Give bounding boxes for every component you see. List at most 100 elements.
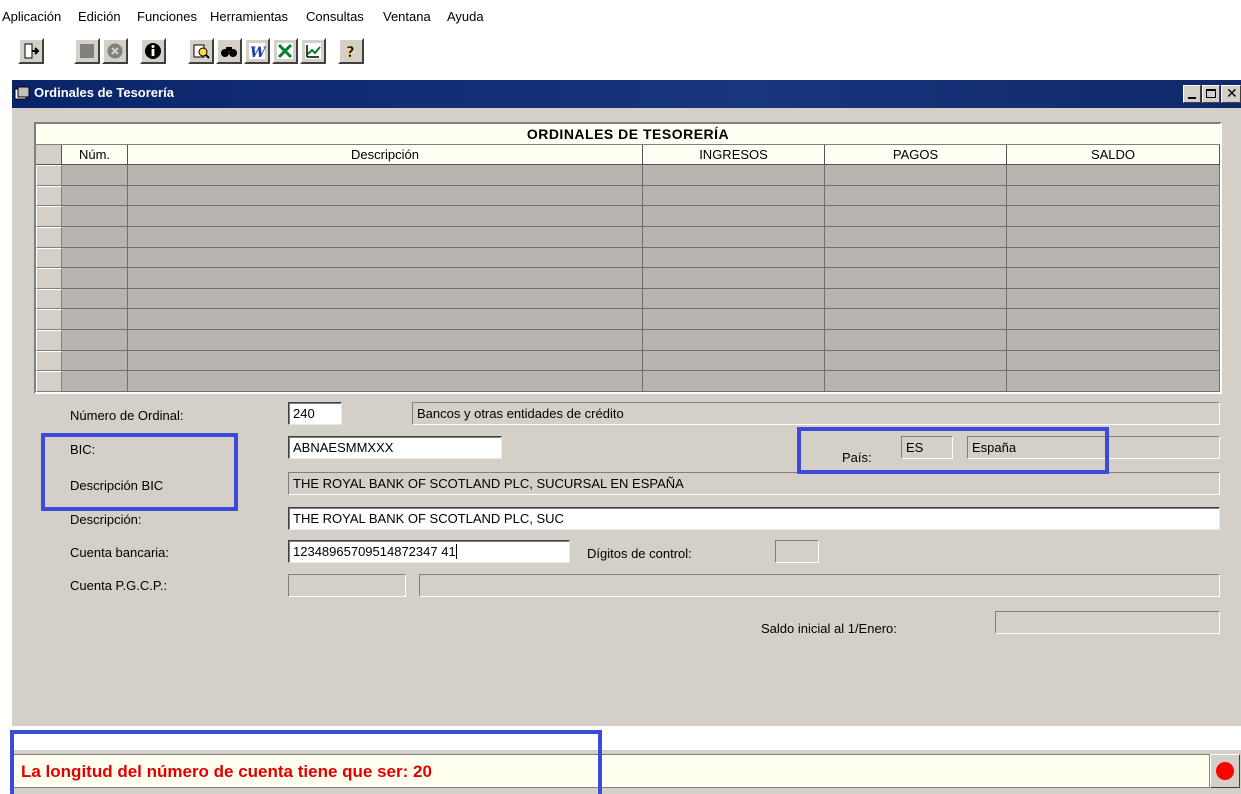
col-header-descripcion[interactable]: Descripción [128, 145, 643, 165]
descripcion-input[interactable]: THE ROYAL BANK OF SCOTLAND PLC, SUC [288, 507, 1220, 530]
stop-button[interactable] [74, 38, 100, 64]
col-header-pagos[interactable]: PAGOS [825, 145, 1007, 165]
table-row[interactable] [36, 288, 1220, 310]
table-cell[interactable] [643, 330, 825, 351]
table-cell[interactable] [62, 330, 128, 351]
table-cell[interactable] [128, 268, 643, 289]
table-cell[interactable] [62, 226, 128, 248]
cuenta-pgcp-code-field[interactable] [288, 574, 406, 597]
table-cell[interactable] [825, 330, 1007, 351]
menu-herramientas[interactable]: Herramientas [210, 9, 288, 24]
table-cell[interactable] [825, 309, 1007, 331]
menu-consultas[interactable]: Consultas [306, 9, 364, 24]
table-cell[interactable] [643, 371, 825, 392]
table-cell[interactable] [128, 165, 643, 186]
table-row[interactable] [36, 206, 1220, 227]
row-selector[interactable] [36, 206, 62, 227]
word-button[interactable]: W [244, 38, 270, 64]
row-selector[interactable] [36, 165, 62, 186]
table-cell[interactable] [1007, 165, 1220, 186]
cancel-button[interactable] [102, 38, 128, 64]
col-header-saldo[interactable]: SALDO [1007, 145, 1220, 165]
table-cell[interactable] [1007, 350, 1220, 372]
menu-edicion[interactable]: Edición [78, 9, 121, 24]
table-cell[interactable] [643, 226, 825, 248]
chart-button[interactable] [300, 38, 326, 64]
table-row[interactable] [36, 165, 1220, 186]
menu-ayuda[interactable]: Ayuda [447, 9, 484, 24]
table-cell[interactable] [128, 350, 643, 372]
table-cell[interactable] [643, 185, 825, 207]
menu-ventana[interactable]: Ventana [383, 9, 431, 24]
table-cell[interactable] [825, 288, 1007, 310]
menu-funciones[interactable]: Funciones [137, 9, 197, 24]
table-row[interactable] [36, 185, 1220, 207]
table-cell[interactable] [128, 206, 643, 227]
table-cell[interactable] [825, 268, 1007, 289]
row-selector[interactable] [36, 350, 62, 372]
menu-aplicacion[interactable]: Aplicación [2, 9, 61, 24]
col-header-ingresos[interactable]: INGRESOS [643, 145, 825, 165]
row-selector[interactable] [36, 330, 62, 351]
table-row[interactable] [36, 226, 1220, 248]
table-cell[interactable] [1007, 288, 1220, 310]
table-cell[interactable] [1007, 330, 1220, 351]
table-cell[interactable] [643, 206, 825, 227]
table-row[interactable] [36, 309, 1220, 331]
table-cell[interactable] [1007, 206, 1220, 227]
table-row[interactable] [36, 247, 1220, 269]
table-cell[interactable] [128, 371, 643, 392]
bic-input[interactable]: ABNAESMMXXX [288, 436, 502, 459]
row-selector[interactable] [36, 288, 62, 310]
row-selector[interactable] [36, 268, 62, 289]
table-cell[interactable] [825, 371, 1007, 392]
numero-ordinal-input[interactable]: 240 [288, 402, 342, 425]
row-selector[interactable] [36, 247, 62, 269]
find-button[interactable] [216, 38, 242, 64]
table-cell[interactable] [1007, 226, 1220, 248]
table-cell[interactable] [643, 350, 825, 372]
close-button[interactable]: ✕ [1221, 85, 1241, 103]
table-cell[interactable] [825, 185, 1007, 207]
table-cell[interactable] [643, 247, 825, 269]
exit-button[interactable] [18, 38, 44, 64]
minimize-button[interactable] [1183, 85, 1201, 103]
table-cell[interactable] [825, 247, 1007, 269]
table-cell[interactable] [62, 309, 128, 331]
table-cell[interactable] [1007, 268, 1220, 289]
table-cell[interactable] [825, 226, 1007, 248]
print-preview-button[interactable] [188, 38, 214, 64]
row-selector[interactable] [36, 185, 62, 207]
table-cell[interactable] [62, 268, 128, 289]
row-selector[interactable] [36, 226, 62, 248]
table-cell[interactable] [128, 226, 643, 248]
table-cell[interactable] [62, 350, 128, 372]
info-button[interactable] [140, 38, 166, 64]
table-cell[interactable] [1007, 185, 1220, 207]
table-cell[interactable] [1007, 371, 1220, 392]
table-row[interactable] [36, 268, 1220, 289]
table-cell[interactable] [128, 185, 643, 207]
col-header-num[interactable]: Núm. [62, 145, 128, 165]
table-cell[interactable] [1007, 309, 1220, 331]
row-selector[interactable] [36, 309, 62, 331]
table-cell[interactable] [128, 247, 643, 269]
table-cell[interactable] [643, 288, 825, 310]
table-cell[interactable] [643, 165, 825, 186]
table-cell[interactable] [643, 268, 825, 289]
table-row[interactable] [36, 350, 1220, 372]
table-cell[interactable] [643, 309, 825, 331]
table-cell[interactable] [128, 288, 643, 310]
table-cell[interactable] [825, 206, 1007, 227]
table-cell[interactable] [62, 247, 128, 269]
row-selector[interactable] [36, 371, 62, 392]
table-cell[interactable] [128, 330, 643, 351]
table-cell[interactable] [62, 185, 128, 207]
table-cell[interactable] [128, 309, 643, 331]
table-cell[interactable] [62, 206, 128, 227]
cuenta-bancaria-input[interactable]: 12348965709514872347 41 [288, 540, 570, 563]
table-cell[interactable] [825, 165, 1007, 186]
table-cell[interactable] [62, 288, 128, 310]
table-cell[interactable] [1007, 247, 1220, 269]
table-cell[interactable] [62, 371, 128, 392]
